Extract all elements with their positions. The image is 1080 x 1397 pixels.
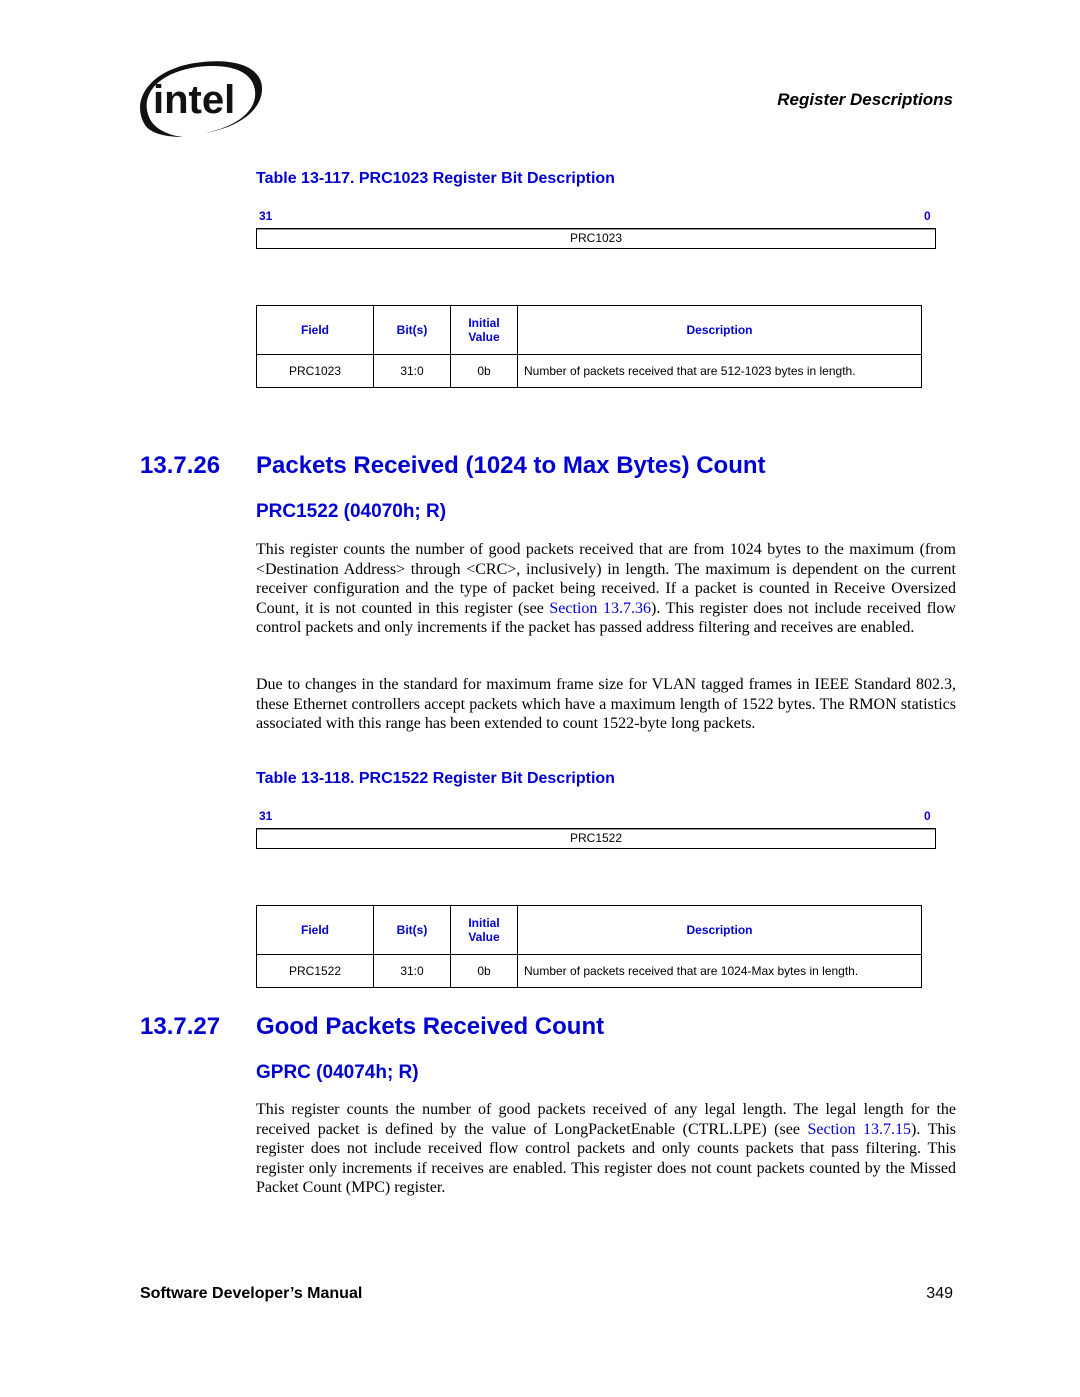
col-description: Description: [517, 905, 922, 955]
running-head: Register Descriptions: [777, 90, 953, 109]
col-initial-value: Initial Value: [450, 305, 518, 355]
table-row: PRC1522 31:0 0b Number of packets receiv…: [256, 954, 922, 988]
register-heading-prc1522: PRC1522 (04070h; R): [256, 501, 447, 522]
paragraph: This register counts the number of good …: [256, 541, 956, 636]
cell-bits: 31:0: [373, 354, 451, 388]
field-table-117: Field Bit(s) Initial Value Description PR…: [256, 305, 922, 388]
bit-high-label: 31: [259, 209, 273, 223]
cell-field: PRC1023: [256, 354, 374, 388]
col-bits: Bit(s): [373, 905, 451, 955]
col-bits: Bit(s): [373, 305, 451, 355]
section-heading-13-7-26: 13.7.26 Packets Received (1024 to Max Byt…: [140, 452, 766, 479]
paragraph: This register counts the number of good …: [256, 1101, 957, 1196]
register-layout-box: PRC1023: [256, 228, 936, 249]
footer-title: Software Developer’s Manual: [140, 1285, 363, 1302]
cell-description: Number of packets received that are 1024…: [517, 954, 922, 988]
bit-low-label: 0: [924, 809, 931, 823]
col-initial-value: Initial Value: [450, 905, 518, 955]
col-field: Field: [256, 305, 374, 355]
cell-bits: 31:0: [373, 954, 451, 988]
field-table-118: Field Bit(s) Initial Value Description PR…: [256, 905, 922, 988]
register-heading-gprc: GPRC (04074h; R): [256, 1062, 419, 1083]
cell-initial: 0b: [450, 354, 518, 388]
register-layout-box: PRC1522: [256, 828, 936, 849]
table-header-row: Field Bit(s) Initial Value Description: [256, 305, 922, 355]
table-117-caption: Table 13-117. PRC1023 Register Bit Descr…: [256, 170, 615, 187]
bit-high-label: 31: [259, 809, 273, 823]
table-header-row: Field Bit(s) Initial Value Description: [256, 905, 922, 955]
cell-description: Number of packets received that are 512-…: [517, 354, 922, 388]
section-link[interactable]: Section 13.7.15: [807, 1121, 911, 1138]
svg-text:intel: intel: [153, 78, 235, 122]
table-row: PRC1023 31:0 0b Number of packets receiv…: [256, 354, 922, 388]
col-description: Description: [517, 305, 922, 355]
section-heading-13-7-27: 13.7.27 Good Packets Received Count: [140, 1013, 605, 1040]
col-field: Field: [256, 905, 374, 955]
paragraph: Due to changes in the standard for maxim…: [256, 676, 956, 732]
section-link[interactable]: Section 13.7.36: [549, 600, 651, 617]
cell-initial: 0b: [450, 954, 518, 988]
intel-logo: intel: [135, 55, 267, 143]
cell-field: PRC1522: [256, 954, 374, 988]
table-118-caption: Table 13-118. PRC1522 Register Bit Descr…: [256, 770, 615, 787]
bit-low-label: 0: [924, 209, 931, 223]
page-number: 349: [926, 1285, 953, 1302]
